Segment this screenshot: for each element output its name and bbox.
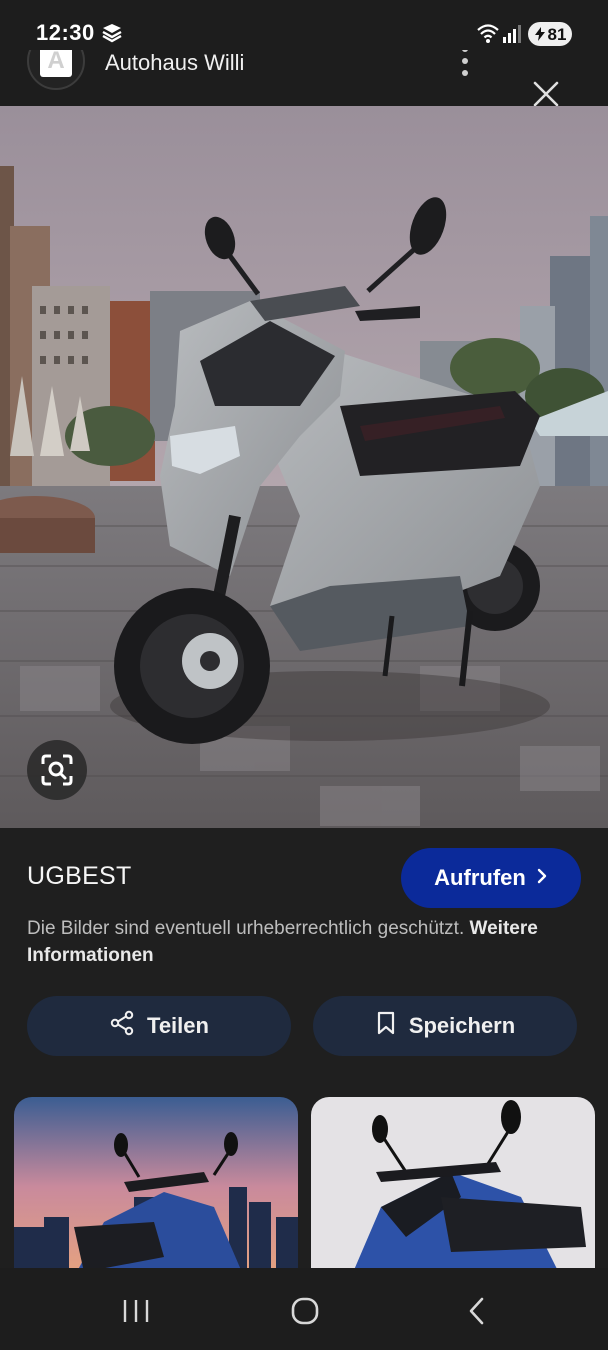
- copyright-text: Die Bilder sind eventuell urheberrechtli…: [27, 918, 465, 939]
- status-time: 12:30: [36, 20, 95, 45]
- recents-icon[interactable]: [121, 1298, 151, 1329]
- result-info: UGBEST Aufrufen Die Bilder sind eventuel…: [0, 828, 608, 1277]
- wifi-icon: [476, 22, 500, 49]
- battery-level: 81: [547, 24, 567, 44]
- home-icon[interactable]: [290, 1296, 320, 1331]
- share-label: Teilen: [147, 1013, 209, 1038]
- site-name[interactable]: Autohaus Willi: [105, 50, 244, 76]
- battery-icon: 81: [528, 22, 572, 46]
- site-logo[interactable]: A: [27, 50, 85, 90]
- lens-search-button[interactable]: [27, 740, 87, 800]
- hero-image[interactable]: [0, 106, 608, 828]
- bookmark-icon: [375, 1010, 397, 1042]
- site-logo-letter: A: [40, 50, 72, 77]
- lens-search-icon: [40, 753, 74, 787]
- related-thumbnail[interactable]: [311, 1097, 595, 1277]
- more-vert-icon[interactable]: [457, 50, 473, 76]
- save-label: Speichern: [408, 1013, 516, 1038]
- chevron-right-icon: [536, 865, 548, 891]
- screen: 12:30 81 A Autohaus Willi UGBEST Aufrufe…: [0, 0, 608, 1350]
- cloud-sync-icon: [100, 23, 124, 50]
- visit-button-label: Aufrufen: [434, 865, 526, 890]
- save-button[interactable]: Speichern: [313, 996, 577, 1056]
- share-icon: [109, 1010, 135, 1042]
- visit-button[interactable]: Aufrufen: [401, 848, 581, 908]
- copyright-notice: Die Bilder sind eventuell urheberrechtli…: [27, 915, 587, 969]
- signal-icon: [502, 24, 522, 49]
- share-button[interactable]: Teilen: [27, 996, 291, 1056]
- close-icon[interactable]: [532, 80, 560, 106]
- status-bar: 12:30 81: [0, 0, 608, 50]
- viewer-header: A Autohaus Willi: [0, 50, 608, 106]
- back-icon[interactable]: [465, 1296, 489, 1331]
- related-thumbnail[interactable]: [14, 1097, 298, 1277]
- system-nav-bar: [0, 1268, 608, 1350]
- source-name: UGBEST: [27, 862, 132, 890]
